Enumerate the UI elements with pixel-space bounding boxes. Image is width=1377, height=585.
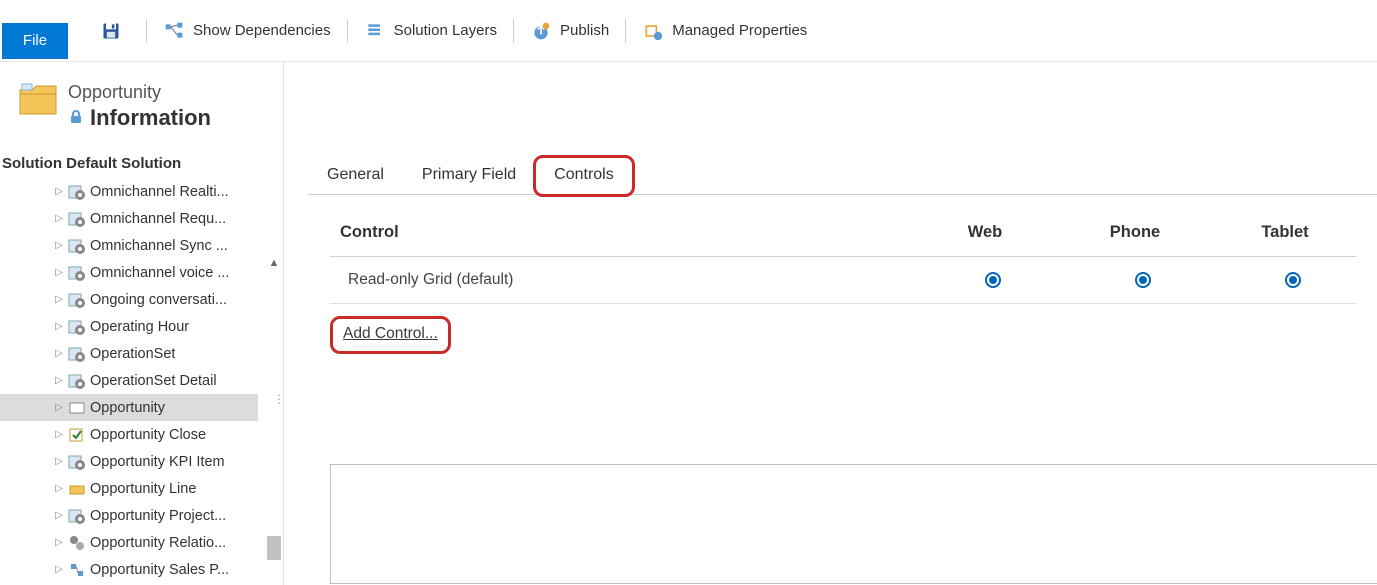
gear-icon <box>68 372 86 390</box>
entity-tree: ▷Omnichannel Realti... ▷Omnichannel Requ… <box>0 178 283 583</box>
col-web: Web <box>910 223 1060 242</box>
radio-phone[interactable] <box>1135 272 1151 288</box>
gear-icon <box>68 345 86 363</box>
splitter-handle[interactable]: ⋮ <box>273 392 286 406</box>
separator <box>146 19 147 43</box>
tree-item[interactable]: ▷OperationSet <box>0 340 258 367</box>
add-control-highlight: Add Control... <box>330 316 451 354</box>
tree-item[interactable]: ▷Opportunity Project... <box>0 502 258 529</box>
expand-icon[interactable]: ▷ <box>54 376 64 386</box>
expand-icon[interactable]: ▷ <box>54 322 64 332</box>
sidebar-scrollbar[interactable]: ▲ <box>267 256 281 566</box>
expand-icon[interactable]: ▷ <box>54 538 64 548</box>
controls-table: Control Web Phone Tablet Read-only Grid … <box>330 223 1356 304</box>
layers-icon <box>364 20 386 42</box>
show-dependencies-button[interactable]: Show Dependencies <box>153 14 341 48</box>
gear-icon <box>68 237 86 255</box>
save-button[interactable] <box>90 14 140 48</box>
close-activity-icon <box>68 426 86 444</box>
page-title: Information <box>90 105 211 131</box>
gear-icon <box>68 318 86 336</box>
sales-process-icon <box>68 561 86 579</box>
lock-icon <box>68 109 84 128</box>
dependencies-icon <box>163 20 185 42</box>
solution-layers-button[interactable]: Solution Layers <box>354 14 507 48</box>
tree-item[interactable]: ▷Omnichannel Requ... <box>0 205 258 232</box>
tree-item[interactable]: ▷Opportunity Close <box>0 421 258 448</box>
gear-icon <box>68 507 86 525</box>
folder-icon <box>18 82 58 116</box>
save-icon <box>100 20 122 42</box>
expand-icon[interactable]: ▷ <box>54 511 64 521</box>
publish-button[interactable]: Publish <box>520 14 619 48</box>
ribbon-item-label: Managed Properties <box>672 22 807 39</box>
gear-icon <box>68 183 86 201</box>
expand-icon[interactable]: ▷ <box>54 484 64 494</box>
expand-icon[interactable]: ▷ <box>54 457 64 467</box>
expand-icon[interactable]: ▷ <box>54 349 64 359</box>
solution-line: Solution Default Solution <box>0 145 283 178</box>
managed-properties-button[interactable]: Managed Properties <box>632 14 817 48</box>
tree-item[interactable]: ▷Opportunity Sales P... <box>0 556 258 583</box>
expand-icon[interactable]: ▷ <box>54 187 64 197</box>
gear-icon <box>68 453 86 471</box>
file-menu-button[interactable]: File <box>2 23 68 59</box>
ribbon: File Show Dependencies Solution Layers <box>0 0 1377 62</box>
entity-name: Opportunity <box>68 82 211 103</box>
radio-tablet[interactable] <box>1285 272 1301 288</box>
radio-web[interactable] <box>985 272 1001 288</box>
main-panel: General Primary Field Controls Control W… <box>284 62 1377 585</box>
line-icon <box>68 480 86 498</box>
controls-table-header: Control Web Phone Tablet <box>330 223 1356 257</box>
expand-icon[interactable]: ▷ <box>54 295 64 305</box>
tree-item[interactable]: ▷Opportunity Line <box>0 475 258 502</box>
control-name: Read-only Grid (default) <box>348 271 918 289</box>
expand-icon[interactable]: ▷ <box>54 403 64 413</box>
tabs: General Primary Field Controls <box>308 156 1377 195</box>
expand-icon[interactable]: ▷ <box>54 268 64 278</box>
controls-tab-content: Control Web Phone Tablet Read-only Grid … <box>308 195 1377 354</box>
entity-header: Opportunity Information <box>0 82 283 145</box>
content-columns: Opportunity Information Solution Default… <box>0 62 1377 585</box>
expand-icon[interactable]: ▷ <box>54 430 64 440</box>
tab-controls[interactable]: Controls <box>535 157 633 195</box>
tree-item[interactable]: ▷Omnichannel Realti... <box>0 178 258 205</box>
col-control: Control <box>340 223 910 242</box>
tree-item[interactable]: ▷Omnichannel voice ... <box>0 259 258 286</box>
scroll-thumb[interactable] <box>267 536 281 560</box>
tree-item[interactable]: ▷Opportunity KPI Item <box>0 448 258 475</box>
tree-item[interactable]: ▷Opportunity Relatio... <box>0 529 258 556</box>
scroll-up-icon[interactable]: ▲ <box>267 256 281 270</box>
tab-general[interactable]: General <box>308 157 403 195</box>
entity-icon <box>68 399 86 417</box>
col-phone: Phone <box>1060 223 1210 242</box>
tree-item[interactable]: ▷Operating Hour <box>0 313 258 340</box>
gear-icon <box>68 264 86 282</box>
relationship-icon <box>68 534 86 552</box>
separator <box>625 19 626 43</box>
ribbon-items: Show Dependencies Solution Layers Publis… <box>90 0 817 62</box>
gear-icon <box>68 291 86 309</box>
expand-icon[interactable]: ▷ <box>54 214 64 224</box>
ribbon-item-label: Show Dependencies <box>193 22 331 39</box>
col-tablet: Tablet <box>1210 223 1360 242</box>
sidebar: Opportunity Information Solution Default… <box>0 62 284 585</box>
tree-item[interactable]: ▷Omnichannel Sync ... <box>0 232 258 259</box>
expand-icon[interactable]: ▷ <box>54 241 64 251</box>
expand-icon[interactable]: ▷ <box>54 565 64 575</box>
managed-icon <box>642 20 664 42</box>
ribbon-item-label: Solution Layers <box>394 22 497 39</box>
tree-item[interactable]: ▷OperationSet Detail <box>0 367 258 394</box>
separator <box>347 19 348 43</box>
tree-item[interactable]: ▷Ongoing conversati... <box>0 286 258 313</box>
tab-primary-field[interactable]: Primary Field <box>403 157 535 195</box>
publish-icon <box>530 20 552 42</box>
gear-icon <box>68 210 86 228</box>
controls-table-row[interactable]: Read-only Grid (default) <box>330 257 1356 304</box>
add-control-link[interactable]: Add Control... <box>343 325 438 342</box>
ribbon-item-label: Publish <box>560 22 609 39</box>
separator <box>513 19 514 43</box>
tree-item-opportunity[interactable]: ▷Opportunity <box>0 394 258 421</box>
control-detail-panel <box>330 464 1377 584</box>
